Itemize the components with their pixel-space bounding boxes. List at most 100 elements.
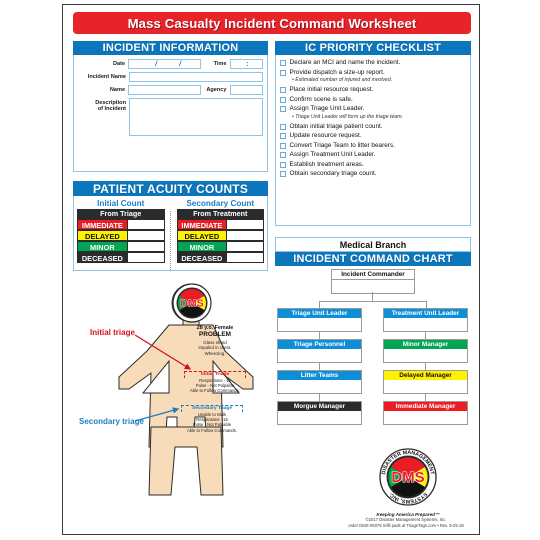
acuity-row-minor-initial: MINOR	[77, 241, 165, 252]
checkbox-icon[interactable]	[280, 142, 286, 149]
acuity-count-delayed-secondary[interactable]	[227, 230, 264, 241]
checklist-item[interactable]: Provide dispatch a size-up report.	[280, 69, 467, 76]
checklist-item-label: Confirm scene is safe.	[289, 95, 353, 103]
incident-command-chart-panel: Medical Branch INCIDENT COMMAND CHART In…	[275, 237, 471, 432]
chart-node-label: Treatment Unit Leader	[384, 309, 467, 318]
time-label: Time	[213, 60, 227, 67]
acuity-count-delayed-initial[interactable]	[127, 230, 165, 241]
checkbox-icon[interactable]	[280, 96, 286, 103]
connector-vertical	[425, 331, 426, 339]
patient-illustration-area: DMS Initial triage Secondary triage 28 y…	[73, 277, 268, 527]
acuity-tag-delayed: DELAYED	[176, 230, 228, 241]
connector-vertical	[425, 393, 426, 401]
chart-node-treatment-unit-leader[interactable]: Treatment Unit Leader	[383, 308, 468, 332]
acuity-count-deceased-initial[interactable]	[127, 252, 165, 263]
chart-node-triage-unit-leader[interactable]: Triage Unit Leader	[277, 308, 362, 332]
incident-information-header: INCIDENT INFORMATION	[73, 41, 268, 55]
checklist-item-label: Provide dispatch a size-up report.	[289, 68, 385, 76]
acuity-tag-immediate: IMMEDIATE	[77, 219, 128, 230]
acuity-count-deceased-secondary[interactable]	[227, 252, 264, 263]
checkbox-icon[interactable]	[280, 87, 286, 94]
name-agency-row: Name Agency	[74, 85, 263, 95]
checklist-item[interactable]: Establish treatment areas.	[280, 161, 467, 168]
acuity-tag-minor: MINOR	[176, 241, 228, 252]
chart-node-writein[interactable]	[278, 411, 361, 424]
chart-node-writein[interactable]	[278, 349, 361, 362]
checklist-item[interactable]: Place initial resource request.	[280, 86, 467, 94]
chart-node-writein[interactable]	[384, 318, 467, 331]
time-input[interactable]: :	[229, 59, 263, 69]
checklist-item[interactable]: Declare an MCI and name the incident.	[280, 59, 467, 67]
chart-node-label: Triage Personnel	[278, 340, 361, 349]
description-input[interactable]	[129, 98, 263, 136]
chart-node-litter-teams[interactable]: Litter Teams	[277, 370, 362, 394]
ic-priority-checklist-panel: IC PRIORITY CHECKLIST Declare an MCI and…	[275, 41, 471, 227]
checkbox-icon[interactable]	[280, 152, 286, 159]
acuity-secondary-subtitle: From Treatment	[176, 209, 264, 219]
secondary-triage-heading: Secondary Triage	[181, 405, 243, 412]
svg-text:DMS: DMS	[180, 298, 203, 310]
date-slash-2: /	[179, 60, 182, 68]
checkbox-icon[interactable]	[280, 69, 286, 76]
chart-node-writein[interactable]	[332, 280, 414, 293]
checklist-item[interactable]: Obtain initial triage patient count.	[280, 123, 467, 130]
checkbox-icon[interactable]	[280, 106, 286, 113]
checklist-item[interactable]: Confirm scene is safe.	[280, 96, 467, 103]
problem-line-3: Wheezing.	[204, 350, 226, 356]
date-input[interactable]: / /	[128, 59, 201, 69]
checkbox-icon[interactable]	[280, 161, 286, 168]
chart-node-immediate-manager[interactable]: Immediate Manager	[383, 401, 468, 425]
incident-name-row: Incident Name	[74, 72, 263, 82]
acuity-count-minor-initial[interactable]	[127, 241, 165, 252]
checklist-item[interactable]: Update resource request.	[280, 132, 467, 140]
secondary-triage-line-4: Able to Follow Commands.	[186, 427, 238, 433]
dms-logo-icon: DMS DISASTER MANAGEMENT SYSTEMS, INC.	[379, 448, 437, 506]
chart-node-label: Minor Manager	[384, 340, 467, 349]
chart-node-morgue-manager[interactable]: Morgue Manager	[277, 401, 362, 425]
chart-node-writein[interactable]	[384, 380, 467, 393]
checklist-item[interactable]: Assign Treatment Unit Leader.	[280, 151, 467, 159]
chart-node-incident-commander[interactable]: Incident Commander	[331, 269, 415, 294]
patient-acuity-panel: PATIENT ACUITY COUNTS Initial Count From…	[73, 181, 268, 271]
acuity-count-immediate-secondary[interactable]	[227, 219, 264, 230]
checkbox-icon[interactable]	[280, 133, 286, 140]
chart-node-delayed-manager[interactable]: Delayed Manager	[383, 370, 468, 394]
acuity-count-minor-secondary[interactable]	[227, 241, 264, 252]
acuity-tag-delayed: DELAYED	[77, 230, 128, 241]
incident-name-input[interactable]	[129, 72, 263, 82]
acuity-count-immediate-initial[interactable]	[127, 219, 165, 230]
chart-node-writein[interactable]	[278, 380, 361, 393]
chart-node-writein[interactable]	[384, 349, 467, 362]
chart-node-label: Litter Teams	[278, 371, 361, 380]
checklist-item[interactable]: Obtain secondary triage count.	[280, 170, 467, 178]
callout-secondary-triage: Secondary triage	[79, 417, 144, 426]
chart-node-writein[interactable]	[278, 318, 361, 331]
checklist-item-note: • Triage Unit Leader will form up the tr…	[292, 113, 403, 120]
patient-acuity-body: Initial Count From Triage IMMEDIATE DELA…	[73, 196, 268, 271]
checklist-item[interactable]: Convert Triage Team to litter bearers.	[280, 142, 467, 149]
chart-node-writein[interactable]	[384, 411, 467, 424]
checkbox-icon[interactable]	[280, 123, 286, 130]
initial-triage-heading: Initial Triage	[184, 371, 246, 378]
acuity-tag-minor: MINOR	[77, 241, 128, 252]
description-label: Description of Incident	[95, 100, 126, 113]
command-chart-header: INCIDENT COMMAND CHART	[275, 252, 471, 266]
checklist-item-label: Obtain secondary triage count.	[289, 170, 377, 178]
checklist-item-label: Assign Triage Unit Leader.	[289, 105, 365, 113]
acuity-row-minor-secondary: MINOR	[176, 241, 264, 252]
checklist-item-label: Assign Treatment Unit Leader.	[289, 151, 376, 159]
acuity-row-immediate-initial: IMMEDIATE	[77, 219, 165, 230]
acuity-row-immediate-secondary: IMMEDIATE	[176, 219, 264, 230]
chart-node-minor-manager[interactable]: Minor Manager	[383, 339, 468, 363]
chart-node-triage-personnel[interactable]: Triage Personnel	[277, 339, 362, 363]
incident-information-panel: INCIDENT INFORMATION Date / / Time : Inc…	[73, 41, 268, 173]
chart-node-label: Triage Unit Leader	[278, 309, 361, 318]
agency-input[interactable]	[229, 85, 263, 95]
checkbox-icon[interactable]	[280, 60, 286, 67]
checklist-item[interactable]: Assign Triage Unit Leader.	[280, 105, 467, 113]
checkbox-icon[interactable]	[280, 171, 286, 178]
page-title-text: Mass Casualty Incident Command Worksheet	[127, 15, 417, 31]
name-input[interactable]	[128, 85, 201, 95]
patient-acuity-header: PATIENT ACUITY COUNTS	[73, 181, 268, 196]
command-chart-diagram: Incident Commander Triage Unit Leader Tr…	[275, 269, 471, 435]
